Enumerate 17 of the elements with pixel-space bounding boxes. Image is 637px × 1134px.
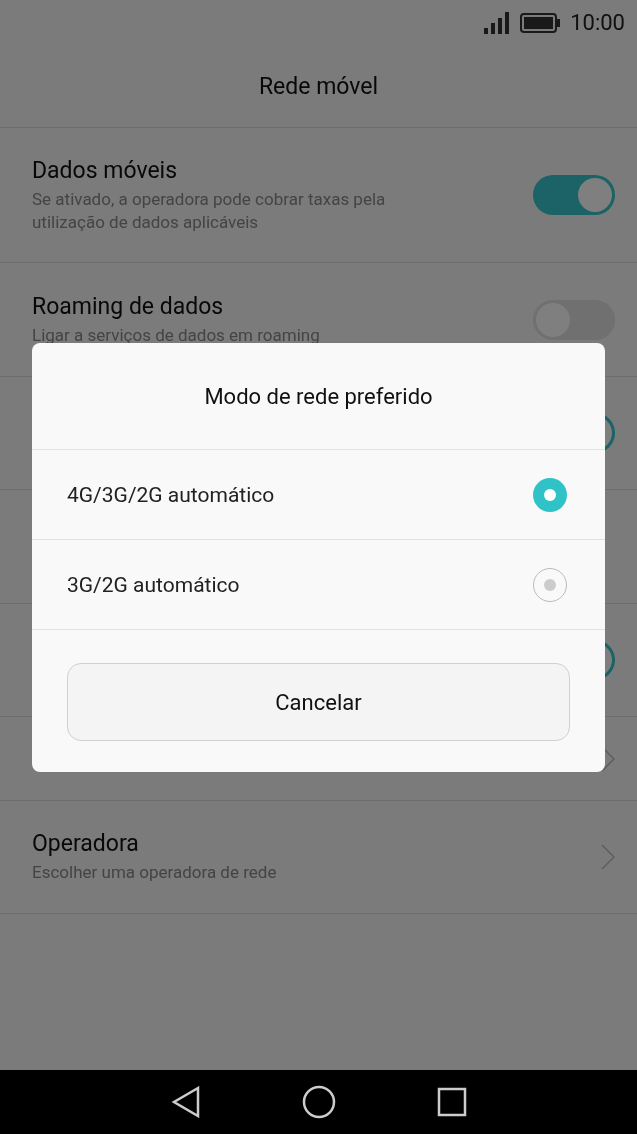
setting-title: Dados móveis: [32, 156, 179, 184]
option-label[interactable]: 3G/2G automático: [67, 572, 240, 597]
clock-time: 10:00: [570, 10, 625, 35]
signal-icon: [484, 11, 511, 34]
radio-button[interactable]: [533, 477, 567, 512]
toggle-switch[interactable]: [533, 175, 615, 215]
recents-icon[interactable]: [436, 1087, 467, 1117]
chevron-right-icon: [601, 844, 615, 870]
option-label[interactable]: 4G/3G/2G automático: [67, 482, 275, 507]
home-icon[interactable]: [301, 1085, 336, 1119]
battery-icon: [520, 12, 561, 33]
screen-title: Rede móvel: [258, 72, 379, 100]
dialog-title: Modo de rede preferido: [204, 383, 433, 409]
back-icon[interactable]: [170, 1086, 201, 1118]
setting-title: Roaming de dados: [32, 292, 225, 320]
cancel-button[interactable]: Cancelar: [67, 663, 570, 741]
setting-title: Operadora: [32, 830, 140, 857]
